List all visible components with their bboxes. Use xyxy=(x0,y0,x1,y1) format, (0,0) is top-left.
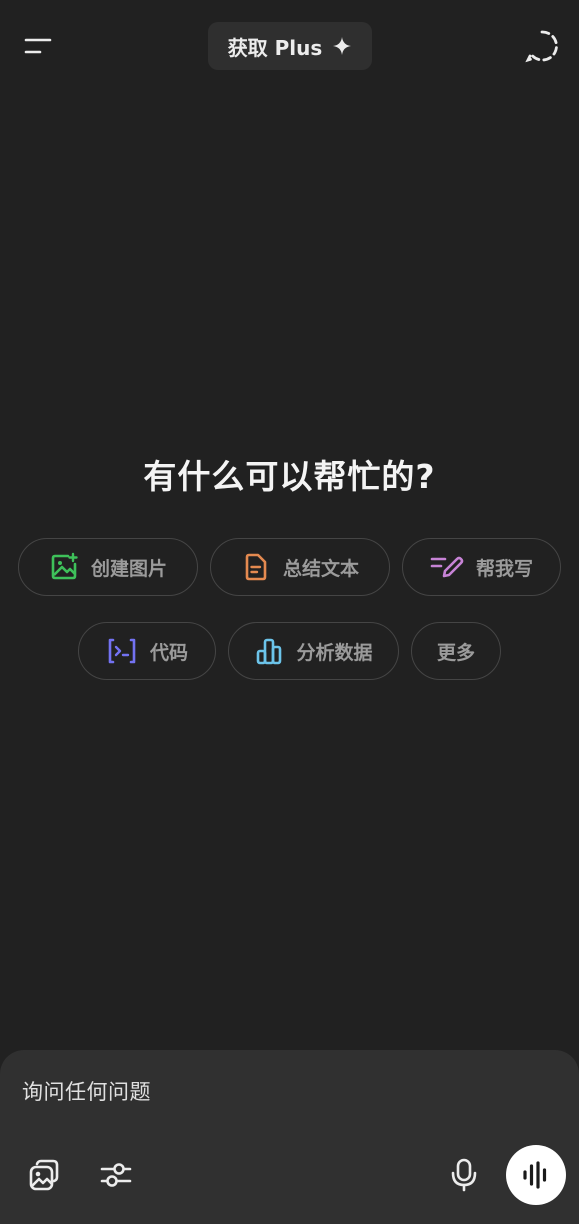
new-temporary-chat-button[interactable] xyxy=(518,22,566,70)
document-icon xyxy=(241,552,271,582)
dictate-button[interactable] xyxy=(440,1151,488,1199)
suggestions-row-1: 创建图片 总结文本 帮我写 xyxy=(0,538,579,596)
microphone-icon xyxy=(451,1158,477,1192)
attach-image-button[interactable] xyxy=(20,1151,68,1199)
pen-icon xyxy=(430,552,464,582)
sliders-icon xyxy=(100,1163,132,1187)
suggestion-label: 创建图片 xyxy=(90,557,167,580)
dashed-chat-icon xyxy=(525,30,558,63)
suggestion-label: 更多 xyxy=(436,641,475,664)
voice-wave-icon xyxy=(523,1161,547,1189)
welcome-heading: 有什么可以帮忙的? xyxy=(143,457,436,496)
suggestion-label: 分析数据 xyxy=(296,641,373,664)
menu-icon xyxy=(24,38,52,54)
suggestion-label: 帮我写 xyxy=(475,557,533,580)
image-create-icon xyxy=(49,552,79,582)
suggestion-summarize-text[interactable]: 总结文本 xyxy=(210,538,390,596)
code-terminal-icon xyxy=(106,636,138,666)
suggestion-help-me-write[interactable]: 帮我写 xyxy=(402,538,561,596)
suggestion-label: 代码 xyxy=(149,641,188,664)
suggestion-analyze-data[interactable]: 分析数据 xyxy=(228,622,399,680)
image-attach-icon xyxy=(29,1159,59,1191)
menu-button[interactable] xyxy=(16,24,60,68)
suggestions-row-2: 代码 分析数据 更多 xyxy=(0,622,579,680)
bar-chart-icon xyxy=(254,636,284,666)
get-plus-button[interactable]: 获取 Plus xyxy=(208,22,372,70)
suggestion-label: 总结文本 xyxy=(282,557,359,580)
tools-button[interactable] xyxy=(92,1151,140,1199)
top-bar: 获取 Plus xyxy=(0,0,579,92)
suggestion-create-image[interactable]: 创建图片 xyxy=(18,538,198,596)
suggestion-code[interactable]: 代码 xyxy=(78,622,216,680)
voice-mode-button[interactable] xyxy=(506,1145,566,1205)
get-plus-label: 获取 Plus xyxy=(227,35,323,60)
sparkle-icon xyxy=(332,36,352,56)
message-input[interactable]: 询问任何问题 xyxy=(22,1076,151,1106)
suggestion-more[interactable]: 更多 xyxy=(411,622,501,680)
